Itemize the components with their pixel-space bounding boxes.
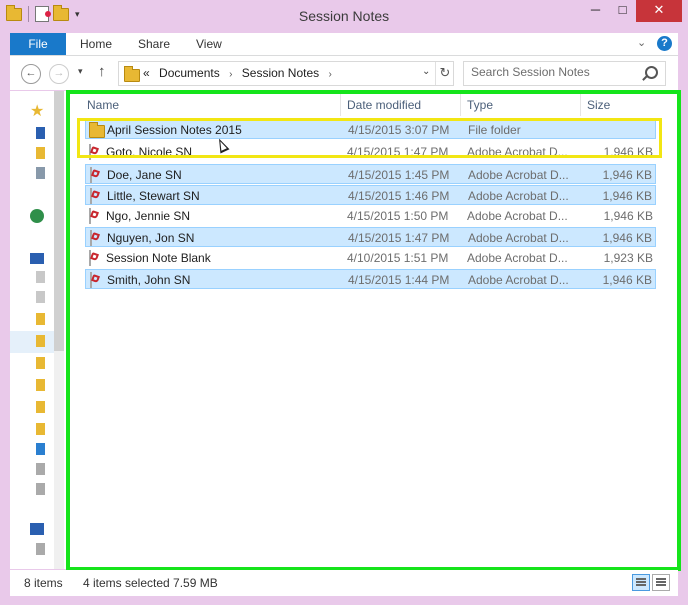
folder-icon[interactable] xyxy=(36,401,45,413)
ribbon-tabs: File Home Share View ⌄ ? xyxy=(10,33,678,56)
nav-pane-selected-item[interactable] xyxy=(10,331,54,353)
expand-ribbon-chevron-icon[interactable]: ⌄ xyxy=(637,36,646,49)
tab-file[interactable]: File xyxy=(10,33,66,55)
search-input[interactable] xyxy=(471,65,641,79)
tab-home[interactable]: Home xyxy=(80,33,112,55)
recent-places-icon[interactable] xyxy=(36,167,45,179)
drive-icon[interactable] xyxy=(36,483,45,495)
content-highlight-frame xyxy=(66,90,681,571)
explorer-window: ▾ Session Notes ─ □ ✕ File Home Share Vi… xyxy=(0,0,688,605)
homegroup-icon[interactable] xyxy=(30,209,44,223)
selection-summary: 4 items selected 7.59 MB xyxy=(83,576,218,590)
search-box[interactable] xyxy=(463,61,666,86)
search-icon[interactable] xyxy=(645,66,658,79)
recent-locations-chevron-icon[interactable]: ▾ xyxy=(78,66,83,77)
documents-folder-icon[interactable] xyxy=(36,291,45,303)
tab-share[interactable]: Share xyxy=(138,33,170,55)
network-icon[interactable] xyxy=(30,523,44,535)
folder-icon[interactable] xyxy=(36,379,45,391)
folder-icon xyxy=(124,66,140,82)
close-button[interactable]: ✕ xyxy=(636,0,682,22)
address-dropdown-icon[interactable]: ⌄ xyxy=(422,66,430,77)
breadcrumb: « Documents › Session Notes › xyxy=(143,66,338,80)
breadcrumb-overflow[interactable]: « xyxy=(143,66,150,80)
breadcrumb-session-notes[interactable]: Session Notes xyxy=(242,66,319,80)
folder-highlight-frame xyxy=(77,118,662,158)
forward-button[interactable]: → xyxy=(49,64,69,84)
maximize-button[interactable]: □ xyxy=(609,0,636,22)
large-icons-view-button[interactable] xyxy=(652,574,670,591)
folder-icon[interactable] xyxy=(36,423,45,435)
network-computer-icon[interactable] xyxy=(36,543,45,555)
breadcrumb-separator-icon[interactable]: › xyxy=(328,69,331,80)
item-count: 8 items xyxy=(24,576,63,590)
refresh-button[interactable]: ↻ xyxy=(435,62,454,85)
up-button[interactable]: ↑ xyxy=(98,63,106,80)
breadcrumb-separator-icon[interactable]: › xyxy=(229,69,232,80)
breadcrumb-documents[interactable]: Documents xyxy=(159,66,220,80)
pictures-icon[interactable] xyxy=(36,443,45,455)
desktop-icon[interactable] xyxy=(36,127,45,139)
minimize-button[interactable]: ─ xyxy=(582,0,609,22)
navigation-pane[interactable]: ★ xyxy=(10,91,66,569)
downloads-folder-icon[interactable] xyxy=(36,147,45,159)
help-icon[interactable]: ? xyxy=(657,36,672,51)
videos-icon[interactable] xyxy=(36,463,45,475)
favorites-star-icon[interactable]: ★ xyxy=(30,101,44,121)
desktop-folder-icon[interactable] xyxy=(36,271,45,283)
navigation-bar: ← → ▾ ↑ « Documents › Session Notes › ⌄ … xyxy=(10,56,678,90)
back-button[interactable]: ← xyxy=(21,64,41,84)
title-bar: ▾ Session Notes ─ □ ✕ xyxy=(0,0,688,32)
address-bar[interactable]: « Documents › Session Notes › ⌄ ↻ xyxy=(118,61,454,86)
nav-pane-scrollbar-thumb[interactable] xyxy=(54,91,64,351)
tab-view[interactable]: View xyxy=(196,33,222,55)
folder-icon[interactable] xyxy=(36,357,45,369)
details-view-button[interactable] xyxy=(632,574,650,591)
folder-icon[interactable] xyxy=(36,313,45,325)
session-notes-folder-icon[interactable] xyxy=(36,335,45,347)
this-pc-icon[interactable] xyxy=(30,253,44,264)
status-bar: 8 items 4 items selected 7.59 MB xyxy=(10,570,678,596)
